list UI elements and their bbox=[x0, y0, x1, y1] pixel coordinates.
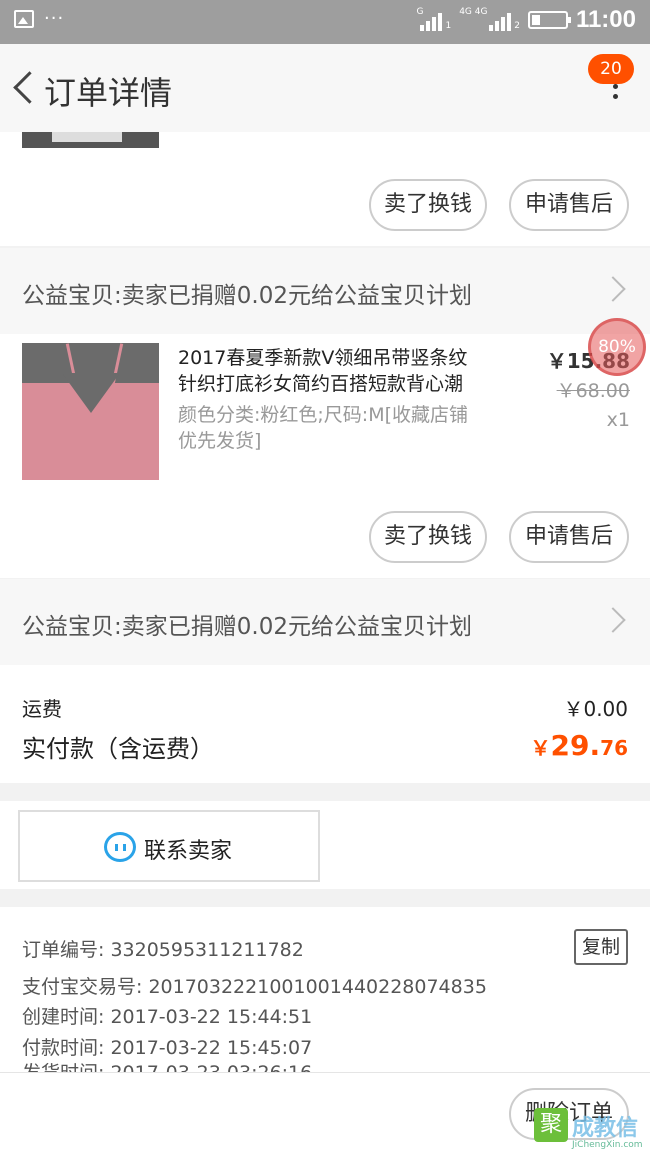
chat-icon bbox=[104, 832, 136, 862]
resell-button[interactable]: 卖了换钱 bbox=[369, 511, 487, 563]
app-header: 订单详情 20 bbox=[0, 44, 650, 132]
quantity: x1 bbox=[606, 409, 630, 431]
product-2-image[interactable] bbox=[22, 343, 159, 480]
discount-badge: 80% bbox=[588, 318, 646, 376]
original-price: ￥68.00 bbox=[556, 380, 630, 402]
signal-2-icon: 4G 4G 2 bbox=[459, 7, 520, 31]
product-spec: 颜色分类:粉红色;尺码:M[收藏店铺 优先发货] bbox=[178, 404, 469, 452]
order-number: 订单编号: 3320595311211782 bbox=[22, 939, 304, 961]
back-arrow-icon[interactable] bbox=[8, 70, 38, 106]
image-notification-icon bbox=[14, 10, 34, 28]
paid-time: 付款时间: 2017-03-22 15:45:07 bbox=[22, 1037, 313, 1059]
contact-seller-label: 联系卖家 bbox=[144, 839, 233, 864]
product-title[interactable]: 2017春夏季新款V领细吊带竖条纹 针织打底衫女简约百搭短款背心潮 bbox=[178, 345, 508, 397]
payment-summary bbox=[0, 665, 650, 783]
resell-button[interactable]: 卖了换钱 bbox=[369, 179, 487, 231]
alipay-number: 支付宝交易号: 2017032221001001440228074835 bbox=[22, 976, 487, 998]
after-sale-button[interactable]: 申请售后 bbox=[509, 511, 629, 563]
more-notifications-icon: ··· bbox=[44, 8, 65, 29]
watermark-logo: 聚 成教信 JiChengXin.com bbox=[534, 1108, 648, 1150]
signal-1-icon: G 1 bbox=[416, 7, 452, 31]
paid-label: 实付款（含运费） bbox=[22, 735, 214, 763]
message-count-badge: 20 bbox=[588, 54, 634, 84]
clock: 11:00 bbox=[575, 6, 636, 33]
contact-seller-button[interactable]: 联系卖家 bbox=[18, 810, 320, 882]
after-sale-button[interactable]: 申请售后 bbox=[509, 179, 629, 231]
charity-row-2[interactable]: 公益宝贝:卖家已捐赠0.02元给公益宝贝计划 bbox=[0, 579, 650, 665]
product-1-image[interactable] bbox=[22, 132, 159, 148]
charity-text: 公益宝贝:卖家已捐赠0.02元给公益宝贝计划 bbox=[22, 283, 472, 309]
charity-text: 公益宝贝:卖家已捐赠0.02元给公益宝贝计划 bbox=[22, 614, 472, 640]
paid-amount: ￥29.76 bbox=[530, 729, 628, 762]
charity-row-1[interactable]: 公益宝贝:卖家已捐赠0.02元给公益宝贝计划 bbox=[0, 248, 650, 334]
freight-value: ￥0.00 bbox=[563, 697, 628, 721]
page-title: 订单详情 bbox=[44, 74, 173, 112]
chevron-right-icon bbox=[600, 607, 626, 633]
chevron-right-icon bbox=[600, 276, 626, 302]
copy-button[interactable]: 复制 bbox=[574, 929, 628, 965]
created-time: 创建时间: 2017-03-22 15:44:51 bbox=[22, 1006, 313, 1028]
freight-label: 运费 bbox=[22, 697, 62, 721]
status-bar: ··· G 1 4G 4G 2 11:00 bbox=[0, 0, 650, 44]
battery-icon bbox=[527, 11, 571, 29]
